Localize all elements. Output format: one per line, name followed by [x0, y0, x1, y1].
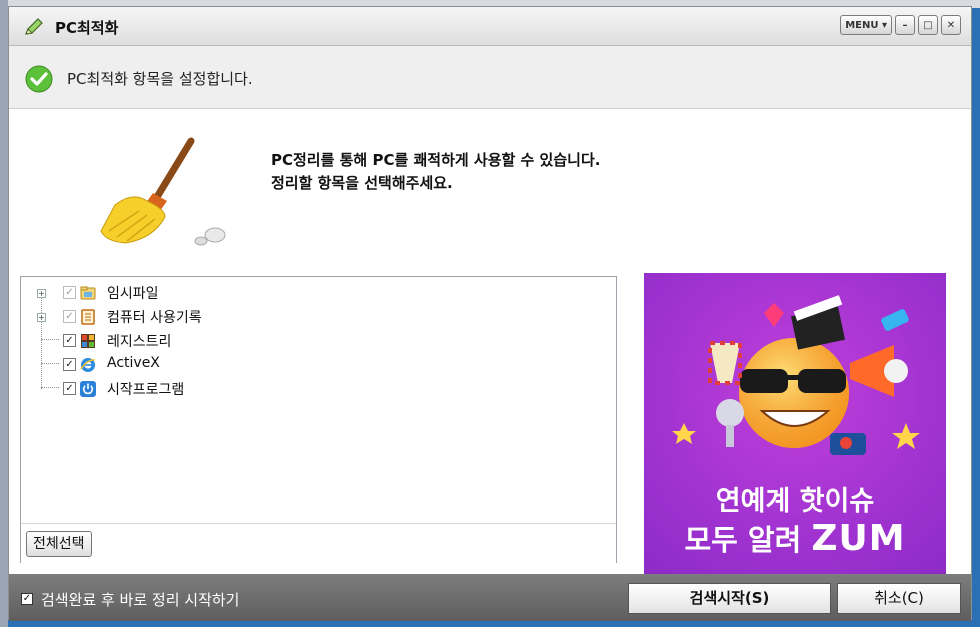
- ad-headline: 연예계 핫이슈: [715, 486, 875, 517]
- headline-line-2: 정리할 항목을 선택해주세요.: [271, 174, 453, 192]
- checkbox-temp-files[interactable]: ✓: [63, 286, 76, 299]
- desktop-background-left: [0, 0, 8, 627]
- cleanup-tree-panel: + ✓ 임시파일 + ✓ 컴퓨터 사용기록 ✓ 레지스트리 ✓ ActiveX …: [20, 276, 617, 563]
- subheader: PC최적화 항목을 설정합니다.: [9, 46, 971, 109]
- checkbox-startup[interactable]: ✓: [63, 382, 76, 395]
- ad-banner[interactable]: 연예계 핫이슈 모두 알려 ZUM: [644, 273, 946, 575]
- start-scan-button[interactable]: 검색시작(S): [628, 583, 831, 614]
- check-circle-icon: [25, 65, 53, 97]
- checkbox-activex[interactable]: ✓: [63, 358, 76, 371]
- tree-panel-footer: 전체선택: [21, 523, 616, 563]
- history-icon: [80, 309, 96, 325]
- folder-icon: [80, 285, 96, 301]
- ad-subline: 모두 알려 ZUM: [644, 517, 946, 559]
- subheader-text: PC최적화 항목을 설정합니다.: [67, 70, 253, 88]
- tree-connector: [41, 387, 59, 388]
- emoji-mascot-illustration: [672, 295, 920, 455]
- power-icon: [80, 381, 96, 397]
- tree-item-label: 시작프로그램: [107, 382, 185, 398]
- tree-item-label: 임시파일: [107, 286, 159, 302]
- auto-clean-label[interactable]: 검색완료 후 바로 정리 시작하기: [41, 589, 239, 610]
- menu-button[interactable]: MENU ▾: [840, 15, 892, 35]
- minimize-button[interactable]: –: [895, 15, 915, 35]
- registry-icon: [80, 333, 96, 349]
- bottom-action-bar: ✓ 검색완료 후 바로 정리 시작하기 검색시작(S) 취소(C): [9, 574, 971, 621]
- tree-item-label: ActiveX: [107, 355, 160, 371]
- auto-clean-checkbox[interactable]: ✓: [21, 593, 33, 605]
- tree-item-label: 레지스트리: [107, 334, 172, 350]
- tree-item-label: 컴퓨터 사용기록: [107, 310, 202, 326]
- pc-optimize-window: PC최적화 MENU ▾ – □ ✕ PC최적화 항목을 설정합니다. PC정리…: [8, 6, 972, 621]
- pencil-icon: [23, 17, 45, 41]
- broom-icon: [95, 135, 245, 254]
- select-all-button[interactable]: 전체선택: [26, 531, 92, 557]
- expand-plus-icon[interactable]: +: [37, 289, 46, 298]
- maximize-button[interactable]: □: [918, 15, 938, 35]
- ad-subline-prefix: 모두 알려: [684, 523, 812, 557]
- window-title: PC최적화: [55, 19, 119, 37]
- window-controls: MENU ▾ – □ ✕: [840, 15, 961, 35]
- close-button[interactable]: ✕: [941, 15, 961, 35]
- checkbox-history[interactable]: ✓: [63, 310, 76, 323]
- checkbox-registry[interactable]: ✓: [63, 334, 76, 347]
- tree-connector: [41, 339, 59, 340]
- headline-line-1: PC정리를 통해 PC를 쾌적하게 사용할 수 있습니다.: [271, 151, 601, 169]
- tree-connector: [41, 363, 59, 364]
- cancel-button[interactable]: 취소(C): [837, 583, 961, 614]
- headline: PC정리를 통해 PC를 쾌적하게 사용할 수 있습니다. 정리할 항목을 선택…: [271, 149, 600, 195]
- expand-plus-icon[interactable]: +: [37, 313, 46, 322]
- title-bar[interactable]: PC최적화 MENU ▾ – □ ✕: [9, 7, 971, 46]
- zum-logo: ZUM: [811, 518, 906, 559]
- ie-icon: [80, 357, 96, 373]
